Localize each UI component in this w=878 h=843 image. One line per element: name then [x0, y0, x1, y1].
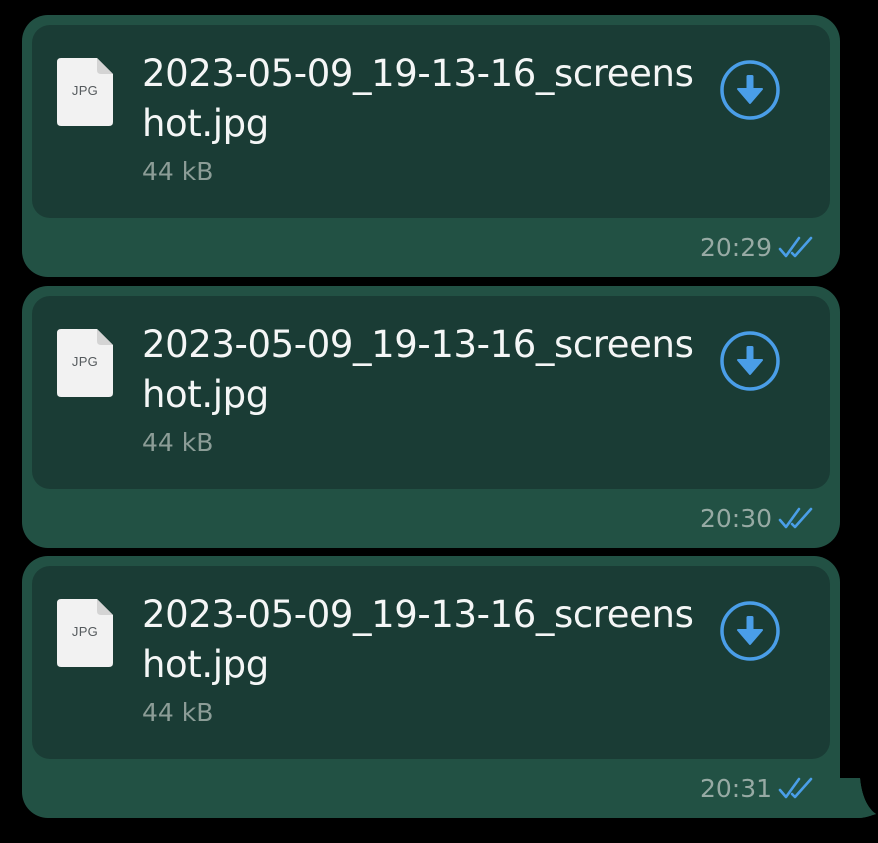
document-icon: JPG	[57, 58, 113, 126]
download-button[interactable]	[719, 59, 781, 121]
file-attachment[interactable]: JPG 2023-05-09_19-13-16_screenshot.jpg 4…	[32, 296, 830, 489]
double-check-icon	[778, 236, 813, 258]
file-extension-label: JPG	[71, 624, 99, 639]
file-size: 44 kB	[142, 157, 214, 186]
download-icon	[720, 601, 780, 661]
file-name: 2023-05-09_19-13-16_screenshot.jpg	[142, 323, 694, 416]
message-time: 20:30	[699, 503, 772, 533]
file-attachment[interactable]: JPG 2023-05-09_19-13-16_screenshot.jpg 4…	[32, 566, 830, 759]
download-icon	[720, 331, 780, 391]
file-extension-label: JPG	[71, 83, 99, 98]
message-time: 20:29	[699, 232, 772, 262]
download-button[interactable]	[719, 330, 781, 392]
bubble-tail	[840, 778, 876, 818]
download-icon	[720, 60, 780, 120]
double-check-icon	[778, 777, 813, 799]
message-bubble[interactable]: JPG 2023-05-09_19-13-16_screenshot.jpg 4…	[22, 286, 840, 548]
file-size: 44 kB	[142, 428, 214, 457]
download-button[interactable]	[719, 600, 781, 662]
chat-view: JPG 2023-05-09_19-13-16_screenshot.jpg 4…	[0, 0, 878, 843]
file-name: 2023-05-09_19-13-16_screenshot.jpg	[142, 593, 694, 686]
message-meta: 20:30	[700, 501, 816, 535]
message-meta: 20:29	[700, 230, 816, 264]
document-icon: JPG	[57, 329, 113, 397]
message-meta: 20:31	[700, 771, 816, 805]
file-attachment[interactable]: JPG 2023-05-09_19-13-16_screenshot.jpg 4…	[32, 25, 830, 218]
double-check-icon	[778, 507, 813, 529]
file-size: 44 kB	[142, 698, 214, 727]
message-bubble[interactable]: JPG 2023-05-09_19-13-16_screenshot.jpg 4…	[22, 556, 876, 818]
file-name: 2023-05-09_19-13-16_screenshot.jpg	[142, 52, 694, 145]
file-extension-label: JPG	[71, 354, 99, 369]
message-bubble[interactable]: JPG 2023-05-09_19-13-16_screenshot.jpg 4…	[22, 15, 840, 277]
document-icon: JPG	[57, 599, 113, 667]
message-time: 20:31	[699, 773, 772, 803]
